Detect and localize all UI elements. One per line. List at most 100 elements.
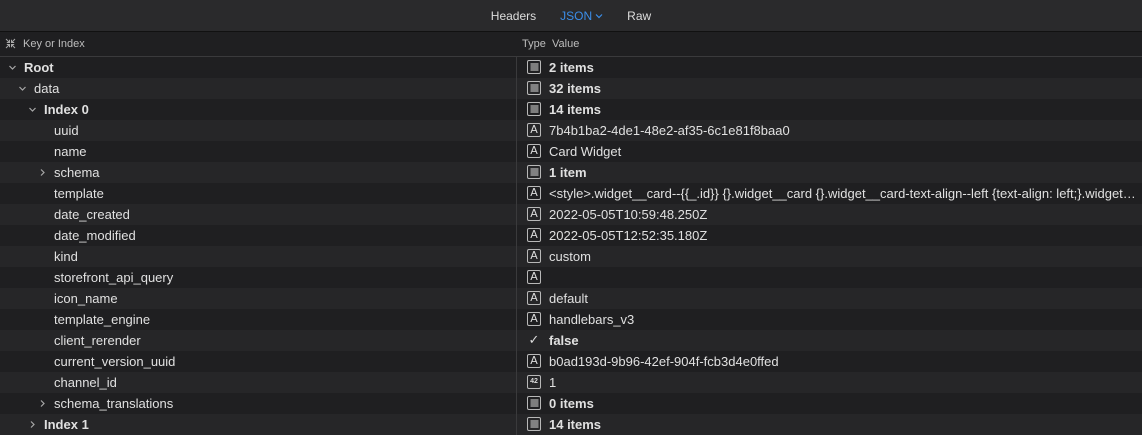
tree-row[interactable]: current_version_uuid Ab0ad193d-9b96-42ef-…	[0, 351, 1142, 372]
tree-row[interactable]: kind Acustom	[0, 246, 1142, 267]
list-icon	[527, 102, 541, 116]
column-divider	[516, 267, 517, 288]
row-key: schema	[54, 165, 100, 180]
tree-row[interactable]: date_modified A 2022-05-05T12:52:35.180Z	[0, 225, 1142, 246]
row-key: name	[54, 144, 87, 159]
row-value: Card Widget	[549, 144, 622, 159]
tree-row[interactable]: Index 1 14 items	[0, 414, 1142, 435]
row-value: b0ad193d-9b96-42ef-904f-fcb3d4e0ffed	[549, 354, 779, 369]
string-icon: A	[527, 312, 541, 326]
column-divider	[516, 288, 517, 309]
tree-row[interactable]: template_engine Ahandlebars_v3	[0, 309, 1142, 330]
row-value: 14 items	[549, 417, 602, 432]
tab-json-label: JSON	[560, 8, 593, 23]
row-key: date_created	[54, 207, 130, 222]
tree-row[interactable]: client_rerender ✓ false	[0, 330, 1142, 351]
row-value: 0 items	[549, 396, 594, 411]
string-icon: A	[527, 291, 541, 305]
column-divider	[516, 372, 517, 393]
row-key: kind	[54, 249, 78, 264]
collapse-all-icon[interactable]	[5, 38, 16, 49]
column-divider	[516, 141, 517, 162]
column-divider	[516, 57, 517, 78]
chevron-right-icon[interactable]	[38, 168, 47, 177]
tree-row[interactable]: icon_name Adefault	[0, 288, 1142, 309]
column-divider	[516, 351, 517, 372]
tree-row[interactable]: storefront_api_query A	[0, 267, 1142, 288]
tree-row[interactable]: Index 0 14 items	[0, 99, 1142, 120]
column-divider	[516, 120, 517, 141]
string-icon: A	[527, 144, 541, 158]
column-divider	[516, 393, 517, 414]
row-key: schema_translations	[54, 396, 174, 411]
string-icon: A	[527, 123, 541, 137]
row-key: current_version_uuid	[54, 354, 176, 369]
row-key: icon_name	[54, 291, 118, 306]
tree-row[interactable]: date_created A 2022-05-05T10:59:48.250Z	[0, 204, 1142, 225]
row-key: template	[54, 186, 104, 201]
list-icon	[527, 396, 541, 410]
string-icon: A	[527, 228, 541, 242]
row-key: client_rerender	[54, 333, 141, 348]
tab-raw[interactable]: Raw	[615, 9, 663, 23]
row-key: date_modified	[54, 228, 136, 243]
row-value: 32 items	[549, 81, 602, 96]
row-key: Index 1	[44, 417, 89, 432]
tree-row[interactable]: uuid A 7b4b1ba2-4de1-48e2-af35-6c1e81f8baa…	[0, 120, 1142, 141]
row-value: 2022-05-05T10:59:48.250Z	[549, 207, 708, 222]
row-value: 1 item	[549, 165, 587, 180]
row-value: <style>.widget__card--{{_.id}} {}.widget…	[549, 186, 1136, 201]
column-key-header[interactable]: Key or Index	[23, 38, 85, 50]
column-divider	[516, 204, 517, 225]
list-icon	[527, 81, 541, 95]
checkmark-icon: ✓	[528, 332, 540, 347]
column-divider	[516, 78, 517, 99]
chevron-down-icon	[595, 13, 603, 18]
tab-json[interactable]: JSON	[548, 9, 615, 23]
chevron-down-icon[interactable]	[28, 105, 37, 114]
string-icon: A	[527, 207, 541, 221]
list-icon	[527, 165, 541, 179]
row-value: 1	[549, 375, 557, 390]
row-value: false	[549, 333, 579, 348]
tree-row[interactable]: Root 2 items	[0, 57, 1142, 78]
column-divider	[516, 183, 517, 204]
list-icon	[527, 60, 541, 74]
tree-row[interactable]: data 32 items	[0, 78, 1142, 99]
row-value: 2022-05-05T12:52:35.180Z	[549, 228, 708, 243]
string-icon: A	[527, 354, 541, 368]
column-divider	[516, 246, 517, 267]
column-divider	[516, 309, 517, 330]
tree-row[interactable]: channel_id 42 1	[0, 372, 1142, 393]
column-type-header[interactable]: Type	[522, 38, 546, 50]
column-divider	[516, 162, 517, 183]
json-tree: Root 2 items data 32 items Index 0 14 items uu…	[0, 57, 1142, 435]
column-header: Key or Index Type Value	[0, 32, 1142, 57]
row-key: channel_id	[54, 375, 117, 390]
column-divider	[516, 225, 517, 246]
string-icon: A	[527, 270, 541, 284]
tree-row[interactable]: name A Card Widget	[0, 141, 1142, 162]
row-key: data	[34, 81, 60, 96]
row-value: 2 items	[549, 60, 594, 75]
row-key: template_engine	[54, 312, 151, 327]
row-key: uuid	[54, 123, 79, 138]
tree-row[interactable]: schema 1 item	[0, 162, 1142, 183]
tree-row[interactable]: schema_translations 0 items	[0, 393, 1142, 414]
string-icon: A	[527, 249, 541, 263]
column-divider	[516, 330, 517, 351]
tree-row[interactable]: template A <style>.widget__card--{{_.id}} …	[0, 183, 1142, 204]
row-value: custom	[549, 249, 591, 264]
string-icon: A	[527, 186, 541, 200]
column-divider	[516, 414, 517, 435]
viewer-tabbar: Headers JSON Raw	[0, 0, 1142, 32]
chevron-down-icon[interactable]	[8, 63, 17, 72]
chevron-right-icon[interactable]	[38, 399, 47, 408]
row-value: 7b4b1ba2-4de1-48e2-af35-6c1e81f8baa0	[549, 123, 790, 138]
row-key: storefront_api_query	[54, 270, 174, 285]
row-value: 14 items	[549, 102, 602, 117]
tab-headers[interactable]: Headers	[479, 9, 548, 23]
chevron-down-icon[interactable]	[18, 84, 27, 93]
chevron-right-icon[interactable]	[28, 420, 37, 429]
column-value-header[interactable]: Value	[552, 38, 579, 50]
